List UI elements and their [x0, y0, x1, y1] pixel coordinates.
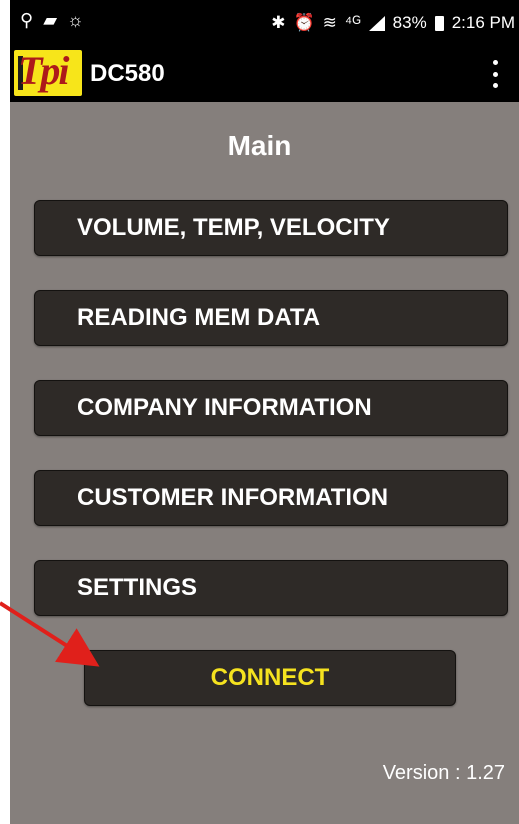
arrow-line [0, 601, 100, 667]
annotation-arrow-icon [0, 601, 100, 667]
